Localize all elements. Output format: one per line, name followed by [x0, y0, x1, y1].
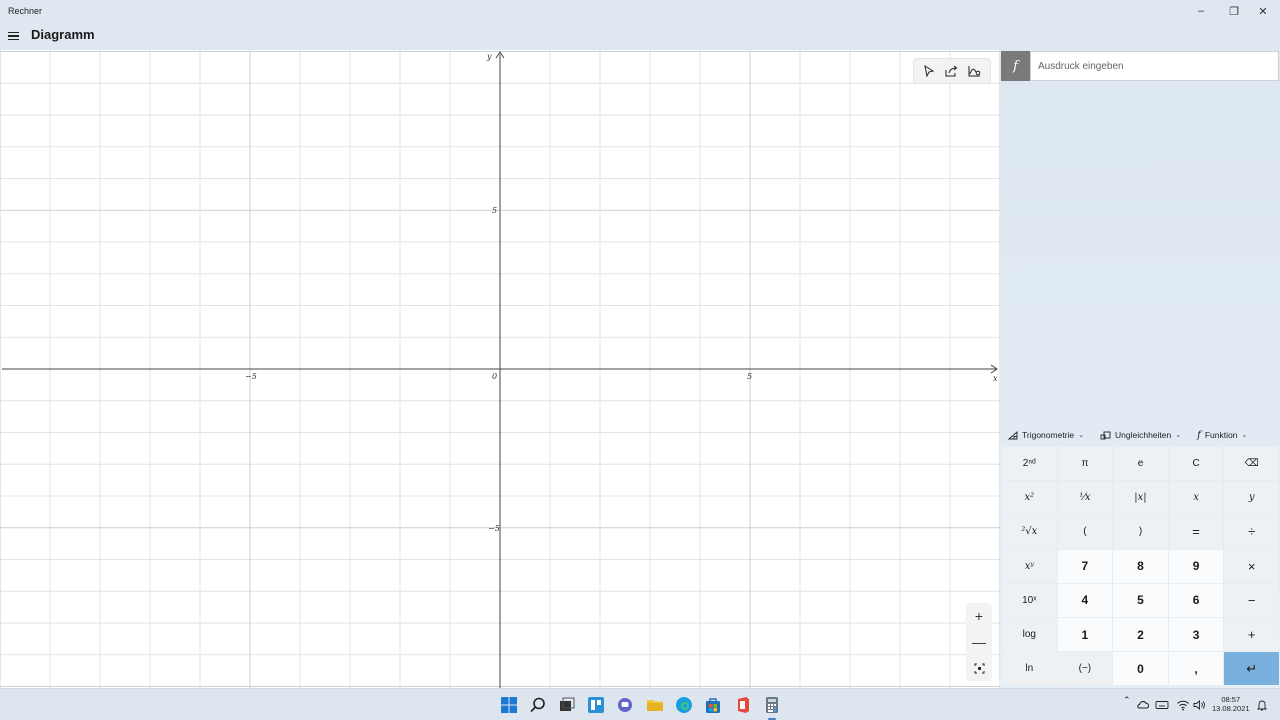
title-bar: Rechner – ❐ ✕ — [0, 0, 1280, 22]
minimize-button[interactable]: – — [1184, 0, 1218, 22]
digit-2-button[interactable]: 2 — [1113, 617, 1168, 652]
digit-5-button[interactable]: 5 — [1113, 583, 1168, 617]
clear-button[interactable]: C — [1168, 447, 1224, 481]
digit-8-button[interactable]: 8 — [1113, 549, 1168, 583]
function-label: f — [1001, 51, 1030, 81]
digit-7-button[interactable]: 7 — [1057, 549, 1113, 583]
graph-plot[interactable]: x y −5 0 5 5 −5 — [0, 50, 1000, 688]
store-icon[interactable] — [704, 696, 722, 714]
y-tick-label: 5 — [492, 206, 497, 215]
digit-4-button[interactable]: 4 — [1057, 583, 1113, 617]
notifications-icon[interactable] — [1255, 698, 1269, 712]
function-dropdown[interactable]: f Funktion ⌄ — [1189, 430, 1255, 441]
log-button[interactable]: log — [1002, 617, 1057, 652]
negate-button[interactable]: (−) — [1057, 652, 1113, 686]
x-tick-label: 5 — [747, 372, 752, 381]
wifi-icon[interactable] — [1176, 698, 1190, 712]
digit-6-button[interactable]: 6 — [1168, 583, 1224, 617]
reciprocal-button[interactable]: ¹⁄x — [1057, 481, 1113, 515]
trigonometry-dropdown[interactable]: Trigonometrie ⌄ — [1000, 430, 1092, 440]
x-axis-label: x — [993, 374, 998, 383]
zoom-controls: + — — [966, 603, 992, 681]
decimal-button[interactable]: , — [1168, 652, 1224, 686]
reset-view-icon[interactable] — [969, 658, 989, 678]
page-title: Diagramm — [31, 27, 95, 42]
expression-row: f — [1001, 51, 1279, 81]
zoom-in-icon[interactable]: + — [969, 606, 989, 626]
calculator-icon[interactable] — [763, 696, 781, 714]
y-tick-label: −5 — [488, 524, 500, 533]
minus-button[interactable]: − — [1224, 583, 1279, 617]
ten-power-button[interactable]: 10ˣ — [1002, 583, 1057, 617]
digit-1-button[interactable]: 1 — [1057, 617, 1113, 652]
keyboard-icon[interactable] — [1155, 698, 1169, 712]
edge-browser-icon[interactable] — [675, 696, 693, 714]
graph-settings-icon[interactable] — [965, 61, 985, 81]
euler-button[interactable]: e — [1113, 447, 1168, 481]
function-icon: f — [1197, 429, 1201, 441]
inequalities-dropdown[interactable]: Ungleichheiten ⌄ — [1092, 430, 1189, 440]
share-icon[interactable] — [942, 61, 962, 81]
start-icon[interactable] — [500, 696, 518, 714]
volume-icon[interactable] — [1192, 698, 1206, 712]
keypad: 2ⁿᵈ π e C ⌫ x² ¹⁄x |x| x y ²√x ( ) = ÷ x… — [1002, 447, 1279, 687]
digit-0-button[interactable]: 0 — [1113, 652, 1168, 686]
open-paren-button[interactable]: ( — [1057, 515, 1113, 549]
app-title: Rechner — [8, 6, 43, 16]
equals-button[interactable]: = — [1168, 515, 1224, 549]
category-label: Trigonometrie — [1022, 430, 1075, 440]
file-explorer-icon[interactable] — [646, 696, 664, 714]
hamburger-menu-icon[interactable] — [6, 28, 22, 44]
triangle-icon — [1008, 430, 1018, 439]
clock-time: 08:57 — [1221, 695, 1241, 704]
expression-input[interactable] — [1030, 51, 1279, 81]
digit-3-button[interactable]: 3 — [1168, 617, 1224, 652]
multiply-button[interactable]: × — [1224, 549, 1279, 583]
ln-button[interactable]: ln — [1002, 652, 1057, 686]
cloud-icon[interactable] — [1136, 698, 1150, 712]
select-cursor-icon[interactable] — [919, 61, 939, 81]
digit-9-button[interactable]: 9 — [1168, 549, 1224, 583]
close-paren-button[interactable]: ) — [1113, 515, 1168, 549]
plus-button[interactable]: + — [1224, 617, 1279, 652]
system-clock[interactable]: 08:57 13.08.2021 — [1212, 695, 1250, 713]
close-button[interactable]: ✕ — [1246, 0, 1280, 22]
zoom-out-icon[interactable]: — — [969, 632, 989, 652]
variable-x-button[interactable]: x — [1168, 481, 1224, 515]
chevron-up-icon[interactable]: ⌃ — [1123, 695, 1131, 706]
chevron-down-icon: ⌄ — [1078, 432, 1084, 439]
clock-date: 13.08.2021 — [1212, 704, 1250, 713]
chat-icon[interactable] — [616, 696, 634, 714]
sqrt-button[interactable]: ²√x — [1002, 515, 1057, 549]
enter-button[interactable]: ↵ — [1224, 652, 1279, 686]
y-axis-label: y — [486, 52, 492, 61]
absolute-button[interactable]: |x| — [1113, 481, 1168, 515]
second-function-button[interactable]: 2ⁿᵈ — [1002, 447, 1057, 481]
office-icon[interactable] — [734, 696, 752, 714]
task-view-icon[interactable] — [558, 696, 576, 714]
variable-y-button[interactable]: y — [1224, 481, 1279, 515]
x-tick-label: 0 — [492, 372, 497, 381]
app-header: Diagramm — [0, 22, 1280, 50]
graph-canvas[interactable]: x y −5 0 5 5 −5 + — — [0, 50, 1000, 688]
backspace-icon[interactable]: ⌫ — [1224, 447, 1279, 481]
power-button[interactable]: xʸ — [1002, 549, 1057, 583]
square-button[interactable]: x² — [1002, 481, 1057, 515]
category-label: Funktion — [1204, 430, 1238, 440]
graph-toolbar — [913, 58, 991, 84]
taskbar: ⌃ 08:57 13.08.2021 — [0, 688, 1280, 720]
pi-button[interactable]: π — [1057, 447, 1113, 481]
function-panel: f Trigonometrie ⌄ Ungleichheiten ⌄ f Fun… — [1000, 50, 1280, 688]
category-bar: Trigonometrie ⌄ Ungleichheiten ⌄ f Funkt… — [1000, 425, 1280, 445]
widgets-icon[interactable] — [587, 696, 605, 714]
x-tick-label: −5 — [245, 372, 257, 381]
inequality-icon — [1100, 431, 1111, 439]
divide-button[interactable]: ÷ — [1224, 515, 1279, 549]
category-label: Ungleichheiten — [1115, 430, 1172, 440]
search-icon[interactable] — [529, 696, 547, 714]
chevron-down-icon: ⌄ — [1241, 432, 1248, 439]
chevron-down-icon: ⌄ — [1175, 432, 1182, 439]
